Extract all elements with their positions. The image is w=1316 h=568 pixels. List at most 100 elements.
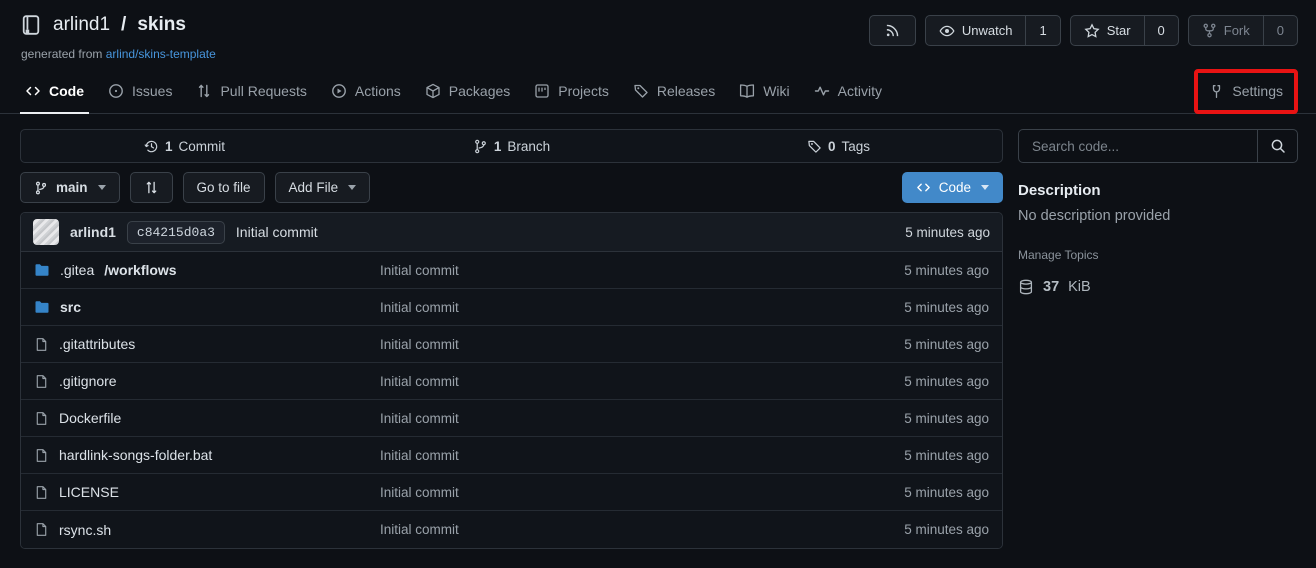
file-browser: arlind1 c84215d0a3 Initial commit 5 minu… [20,212,1003,549]
fork-button[interactable]: Fork [1189,16,1263,45]
file-commit-time: 5 minutes ago [904,411,989,426]
file-commit-message[interactable]: Initial commit [380,374,904,389]
tag-icon [807,139,822,154]
file-row: Dockerfile Initial commit 5 minutes ago [21,400,1002,437]
compare-button[interactable] [130,172,173,203]
pull-request-icon [196,83,212,99]
file-commit-message[interactable]: Initial commit [380,522,904,537]
branches-stat[interactable]: 1 Branch [348,139,675,154]
projects-icon [534,83,550,99]
file-link[interactable]: LICENSE [34,484,380,500]
repo-header: arlind1 / skins generated from arlind/sk… [0,0,1316,61]
branch-icon [473,139,488,154]
file-link[interactable]: src [34,299,380,315]
file-link[interactable]: hardlink-songs-folder.bat [34,447,380,463]
file-commit-time: 5 minutes ago [904,448,989,463]
file-icon [34,411,49,426]
repo-path-separator: / [121,14,126,36]
code-icon [25,83,41,99]
tab-packages[interactable]: Packages [414,69,521,113]
file-commit-message[interactable]: Initial commit [380,337,904,352]
unwatch-button[interactable]: Unwatch [926,16,1026,45]
search-button[interactable] [1257,130,1297,162]
repo-title: arlind1 / skins [20,14,216,36]
watch-button-group: Unwatch 1 [925,15,1061,46]
issue-icon [108,83,124,99]
commit-time: 5 minutes ago [905,225,990,240]
tab-releases[interactable]: Releases [622,69,726,113]
file-commit-message[interactable]: Initial commit [380,485,904,500]
commit-message-link[interactable]: Initial commit [236,224,318,240]
generated-from-note: generated from arlind/skins-template [21,47,216,61]
file-commit-time: 5 minutes ago [904,263,989,278]
file-link[interactable]: rsync.sh [34,522,380,538]
file-commit-time: 5 minutes ago [904,485,989,500]
file-commit-time: 5 minutes ago [904,522,989,537]
file-link[interactable]: .gitignore [34,373,380,389]
file-row: .gitea/workflows Initial commit 5 minute… [21,252,1002,289]
branch-selector[interactable]: main [20,172,120,203]
history-icon [144,139,159,154]
file-commit-message[interactable]: Initial commit [380,411,904,426]
code-search [1018,129,1298,163]
settings-icon [1209,84,1224,99]
tab-code[interactable]: Code [14,69,95,113]
add-file-dropdown[interactable]: Add File [275,172,371,203]
tab-pull-requests[interactable]: Pull Requests [185,69,317,113]
tab-actions[interactable]: Actions [320,69,412,113]
chevron-down-icon [981,185,989,190]
repo-owner-link[interactable]: arlind1 [53,14,110,36]
tab-wiki[interactable]: Wiki [728,69,800,113]
star-icon [1084,23,1100,39]
file-row: hardlink-songs-folder.bat Initial commit… [21,437,1002,474]
settings-annotation-red-box: Settings [1194,69,1298,114]
search-input[interactable] [1019,130,1257,162]
file-link[interactable]: .gitea/workflows [34,262,380,278]
file-commit-message[interactable]: Initial commit [380,300,904,315]
repo-name-link[interactable]: skins [137,14,186,36]
folder-icon [34,299,50,315]
tab-issues[interactable]: Issues [97,69,183,113]
compare-icon [144,180,159,195]
star-button[interactable]: Star [1071,16,1144,45]
tab-activity[interactable]: Activity [803,69,893,113]
file-row: src Initial commit 5 minutes ago [21,289,1002,326]
repo-icon [20,14,42,36]
tab-settings[interactable]: Settings [1198,73,1294,110]
fork-button-group: Fork 0 [1188,15,1298,46]
packages-icon [425,83,441,99]
template-repo-link[interactable]: arlind/skins-template [106,47,216,61]
commits-stat[interactable]: 1 Commit [21,139,348,154]
rss-icon [870,16,915,45]
fork-count[interactable]: 0 [1263,16,1297,45]
branch-icon [34,181,48,195]
file-row: .gitignore Initial commit 5 minutes ago [21,363,1002,400]
folder-icon [34,262,50,278]
go-to-file-button[interactable]: Go to file [183,172,265,203]
file-commit-message[interactable]: Initial commit [380,263,904,278]
search-icon [1270,138,1286,154]
commit-author-link[interactable]: arlind1 [70,224,116,240]
actions-icon [331,83,347,99]
avatar[interactable] [33,219,59,245]
database-icon [1018,279,1034,295]
file-icon [34,485,49,500]
chevron-down-icon [98,185,106,190]
repo-stats-bar: 1 Commit 1 Branch 0 Tags [20,129,1003,163]
manage-topics-link[interactable]: Manage Topics [1018,248,1099,262]
rss-button[interactable] [869,15,916,46]
tab-projects[interactable]: Projects [523,69,620,113]
watch-count[interactable]: 1 [1025,16,1059,45]
star-count[interactable]: 0 [1144,16,1178,45]
file-row: rsync.sh Initial commit 5 minutes ago [21,511,1002,548]
repo-size-unit: KiB [1068,279,1091,295]
code-download-dropdown[interactable]: Code [902,172,1003,203]
file-link[interactable]: .gitattributes [34,336,380,352]
file-link[interactable]: Dockerfile [34,410,380,426]
repo-size: 37 KiB [1018,279,1298,295]
repo-toolbar: main Go to file Add File Code [20,172,1003,203]
commit-hash-link[interactable]: c84215d0a3 [127,221,225,244]
tags-stat[interactable]: 0 Tags [675,139,1002,154]
file-commit-message[interactable]: Initial commit [380,448,904,463]
file-icon [34,522,49,537]
